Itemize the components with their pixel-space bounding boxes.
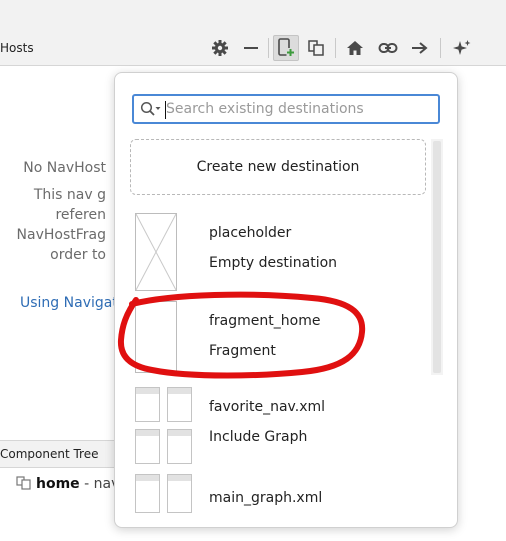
toolbar-divider: [440, 38, 441, 58]
toolbar-title: Hosts: [0, 41, 34, 55]
destination-name: main_graph.xml: [209, 490, 323, 506]
host-info-panel: No NavHost This nav g referen NavHostFra…: [0, 66, 118, 436]
navigation-help-link[interactable]: Using Navigat: [20, 295, 118, 311]
search-input[interactable]: [166, 99, 432, 119]
destination-name: favorite_nav.xml: [209, 399, 326, 415]
add-destination-popup: Create new destination placeholder Empty…: [114, 72, 458, 528]
destination-type: Fragment: [209, 343, 276, 359]
host-info-line: referen: [55, 207, 106, 223]
component-tree-title: Component Tree: [0, 447, 99, 461]
destination-item-placeholder[interactable]: placeholder Empty destination: [129, 213, 425, 293]
scrollbar-thumb[interactable]: [433, 141, 441, 373]
search-icon: [140, 101, 162, 121]
minimize-icon[interactable]: [238, 35, 264, 61]
arrow-right-icon[interactable]: [407, 35, 433, 61]
host-info-line: This nav g: [33, 187, 106, 203]
toolbar-divider: [335, 38, 336, 58]
home-icon[interactable]: [342, 35, 368, 61]
destination-item-favorite-nav[interactable]: favorite_nav.xml Include Graph: [129, 387, 425, 467]
empty-placeholder-thumbnail: [135, 213, 177, 295]
toolbar: Hosts: [0, 30, 506, 66]
tree-node-name: home: [36, 476, 80, 492]
top-strip: [0, 0, 506, 30]
component-tree-row[interactable]: home - nav: [16, 476, 119, 494]
fragment-thumbnail: [135, 301, 177, 377]
destination-item-main-graph[interactable]: main_graph.xml: [129, 474, 425, 528]
link-icon[interactable]: [375, 35, 401, 61]
new-destination-icon[interactable]: [273, 35, 299, 61]
nested-graph-icon[interactable]: [303, 35, 329, 61]
nested-graph-icon: [16, 476, 32, 494]
search-field[interactable]: [132, 94, 440, 124]
host-info-line: No NavHost: [23, 160, 106, 176]
settings-gear-icon[interactable]: [207, 35, 233, 61]
component-tree-header: Component Tree: [0, 440, 114, 468]
auto-arrange-sparkle-icon[interactable]: [449, 35, 475, 61]
destination-type: Include Graph: [209, 429, 308, 445]
graph-thumbnail: [135, 387, 193, 469]
destination-name: fragment_home: [209, 313, 321, 329]
host-info-line: order to: [50, 247, 106, 263]
host-info-line: NavHostFrag: [16, 227, 106, 243]
toolbar-divider: [268, 38, 269, 58]
destination-item-fragment-home[interactable]: fragment_home Fragment: [129, 301, 425, 381]
graph-thumbnail: [135, 474, 193, 518]
destination-type: Empty destination: [209, 255, 338, 271]
destination-name: placeholder: [209, 225, 292, 241]
create-new-destination-button[interactable]: Create new destination: [130, 139, 426, 195]
